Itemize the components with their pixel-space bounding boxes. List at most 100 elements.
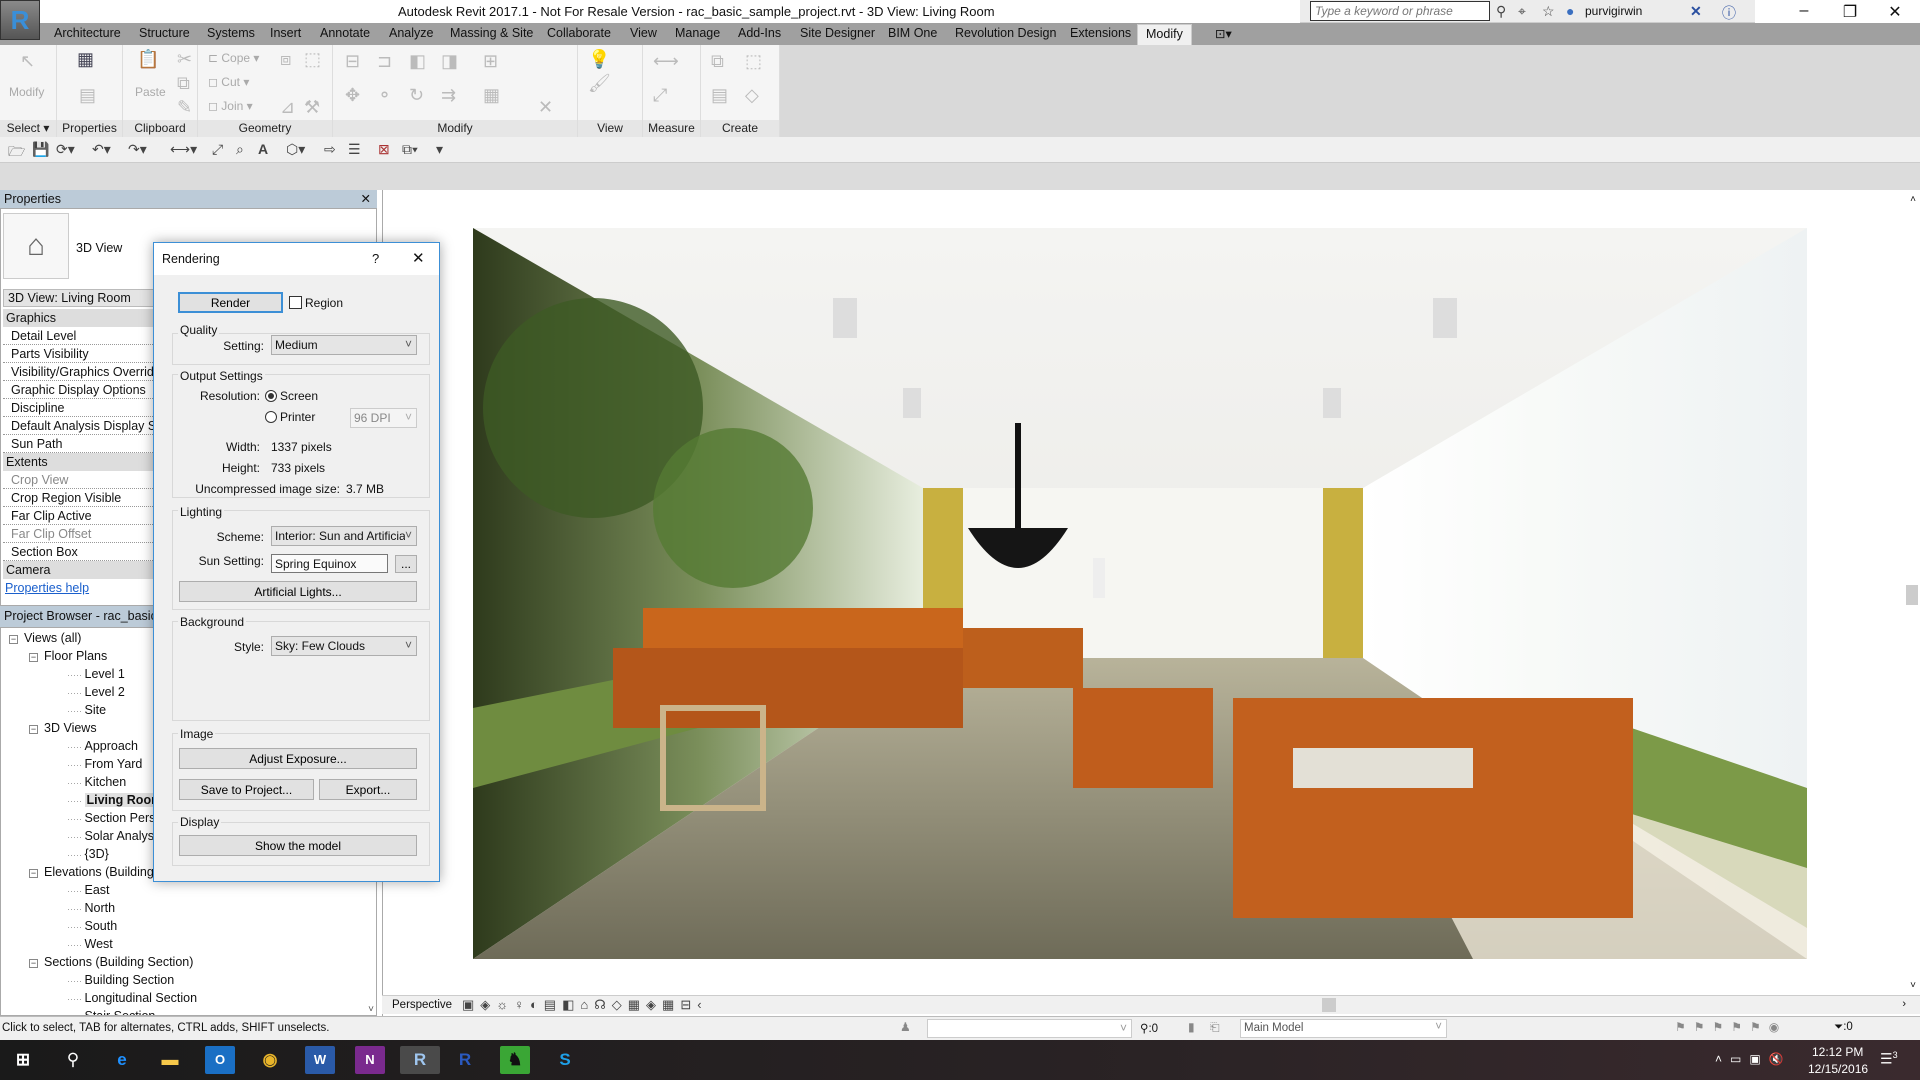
override-graphics-icon[interactable]: 🖌 — [588, 73, 611, 94]
create-group-icon[interactable]: ▤ — [711, 85, 728, 106]
tree-item[interactable]: − Floor Plans — [29, 649, 107, 663]
tab-manage[interactable]: Manage — [675, 26, 720, 40]
help-button[interactable]: ? — [372, 251, 379, 266]
cut-geometry-button[interactable]: ◻ Cut ▾ — [208, 75, 249, 89]
tree-item[interactable]: − Views (all) — [9, 631, 81, 645]
horizontal-scrollbar-thumb[interactable] — [1322, 998, 1336, 1012]
artificial-lights-button[interactable]: Artificial Lights... — [179, 581, 417, 602]
save-icon[interactable]: 💾 — [32, 141, 49, 158]
tab-annotate[interactable]: Annotate — [320, 26, 370, 40]
vertical-scrollbar-thumb[interactable] — [1906, 585, 1918, 605]
word-icon[interactable]: W — [305, 1046, 335, 1074]
offset-icon[interactable]: ⊐ — [377, 51, 392, 72]
tag-icon[interactable]: ⌕ — [236, 141, 244, 158]
create-similar-icon[interactable]: ◇ — [745, 85, 759, 106]
copy-icon[interactable]: ⧉ — [177, 73, 190, 94]
tab-revolution-design[interactable]: Revolution Design — [955, 26, 1056, 40]
export-button[interactable]: Export... — [319, 779, 417, 800]
switch-windows-icon[interactable]: ⧉▾ — [402, 141, 418, 158]
tree-item[interactable]: ····· Stair Section — [67, 1009, 155, 1015]
printer-radio[interactable] — [265, 411, 277, 423]
tab-insert[interactable]: Insert — [270, 26, 301, 40]
match-properties-icon[interactable]: ✎ — [177, 97, 192, 118]
delete-icon[interactable]: ✕ — [538, 97, 553, 118]
tree-item[interactable]: ····· Longitudinal Section — [67, 991, 197, 1005]
properties-icon[interactable]: ▦ — [77, 49, 94, 70]
editing-requests[interactable]: ⚲:0 — [1140, 1021, 1158, 1035]
tab-architecture[interactable]: Architecture — [54, 26, 121, 40]
join-button[interactable]: ◻ Join ▾ — [208, 99, 253, 113]
tab-site-designer[interactable]: Site Designer — [800, 26, 875, 40]
search-input[interactable]: Type a keyword or phrase — [1310, 1, 1490, 21]
tab-structure[interactable]: Structure — [139, 26, 190, 40]
exchange-apps-icon[interactable]: ✕ — [1690, 3, 1702, 20]
action-center-icon[interactable]: ☰3 — [1880, 1050, 1898, 1068]
move-icon[interactable]: ✥ — [345, 85, 360, 106]
filter-icon[interactable]: ⏷:0 — [1834, 1021, 1853, 1034]
scroll-down-icon[interactable]: ˅ — [368, 1004, 374, 1015]
measure-qat-icon[interactable]: ⟷▾ — [170, 141, 197, 158]
tree-item[interactable]: ····· Level 2 — [67, 685, 125, 699]
minimize-button[interactable]: – — [1784, 2, 1824, 20]
tree-item[interactable]: ····· Living Room — [67, 793, 165, 807]
tree-item[interactable]: ····· Solar Analysis — [67, 829, 163, 843]
tree-item[interactable]: −3D Views — [29, 721, 97, 735]
select-dropdown[interactable]: Select — [7, 121, 40, 135]
create-parts-icon[interactable]: ⬚ — [745, 51, 762, 72]
view-control-icons[interactable]: ▣◈☼♀◐▤◧⌂☊◇▦◈▦⊟‹ — [462, 997, 708, 1013]
tab-modify[interactable]: Modify — [1137, 24, 1192, 45]
save-to-project-button[interactable]: Save to Project... — [179, 779, 314, 800]
cope-button[interactable]: ⊏ Cope ▾ — [208, 51, 259, 65]
application-menu-button[interactable]: R — [0, 0, 40, 40]
revit-2-taskbar-icon[interactable]: R — [450, 1046, 480, 1074]
scroll-right-icon[interactable]: › — [1902, 998, 1906, 1010]
render-button[interactable]: Render — [178, 292, 283, 313]
close-window-button[interactable]: ✕ — [1875, 2, 1915, 22]
paste-icon[interactable]: 📋 — [137, 49, 159, 70]
tree-item[interactable]: ····· Building Section — [67, 973, 174, 987]
paste-label[interactable]: Paste — [135, 85, 166, 99]
tab-collaborate[interactable]: Collaborate — [547, 26, 611, 40]
binoculars-icon[interactable]: ⚲ — [1496, 3, 1506, 20]
tree-item[interactable]: ····· South — [67, 919, 117, 933]
tab-massing-site[interactable]: Massing & Site — [450, 26, 533, 40]
tab-analyze[interactable]: Analyze — [389, 26, 433, 40]
thin-lines-icon[interactable]: ☰ — [348, 141, 361, 158]
hide-isolate-icon[interactable]: 💡 — [588, 49, 610, 70]
tree-item[interactable]: ····· Level 1 — [67, 667, 125, 681]
scroll-down-icon[interactable]: ˅ — [1910, 980, 1916, 991]
minimize-ribbon-icon[interactable]: ⊡▾ — [1215, 26, 1232, 41]
paint-icon[interactable]: ⬚ — [304, 49, 321, 70]
onenote-icon[interactable]: N — [355, 1046, 385, 1074]
split-face-icon[interactable]: ⧈ — [280, 49, 291, 70]
skype-icon[interactable]: S — [550, 1046, 580, 1074]
background-style-dropdown[interactable]: Sky: Few Clouds ˅ — [271, 636, 417, 656]
lighting-scheme-dropdown[interactable]: Interior: Sun and Artificial ˅ — [271, 526, 417, 546]
panel-label[interactable]: Select ▾ — [0, 120, 56, 137]
workset-dropdown[interactable]: ˅ — [927, 1019, 1132, 1038]
demolish-icon[interactable]: ⚒ — [304, 97, 320, 118]
sync-icon[interactable]: ⟳▾ — [56, 141, 75, 158]
tree-item[interactable]: ····· East — [67, 883, 110, 897]
properties-help-link[interactable]: Properties help — [5, 581, 89, 595]
close-properties-icon[interactable]: ✕ — [361, 191, 371, 206]
subscription-icon[interactable]: ⌖ — [1518, 3, 1526, 20]
split-icon[interactable]: ⊞ — [483, 51, 498, 72]
scroll-up-icon[interactable]: ˄ — [1910, 194, 1916, 205]
worksharing-icon[interactable]: ♟ — [900, 1020, 911, 1034]
clock-date[interactable]: 12/15/2016 — [1808, 1062, 1868, 1076]
tree-item[interactable]: ····· From Yard — [67, 757, 142, 771]
create-assembly-icon[interactable]: ⧉ — [711, 51, 724, 72]
outlook-icon[interactable]: O — [205, 1046, 235, 1074]
edge-icon[interactable]: e — [107, 1046, 137, 1074]
dialog-title-bar[interactable]: Rendering ? ✕ — [154, 243, 439, 275]
mirror-pick-axis-icon[interactable]: ◧ — [409, 51, 426, 72]
collapse-toggle-icon[interactable]: − — [9, 635, 18, 644]
selection-toggle-icons[interactable]: ⚑⚑⚑⚑⚑◉ — [1675, 1020, 1787, 1034]
quality-setting-dropdown[interactable]: Medium ˅ — [271, 335, 417, 355]
modify-cursor-icon[interactable]: ↖ — [20, 51, 35, 72]
sun-setting-field[interactable]: Spring Equinox — [271, 554, 388, 573]
favorites-star-icon[interactable]: ☆ — [1542, 3, 1555, 20]
collapse-toggle-icon[interactable]: − — [29, 869, 38, 878]
text-icon[interactable]: A — [258, 141, 268, 157]
